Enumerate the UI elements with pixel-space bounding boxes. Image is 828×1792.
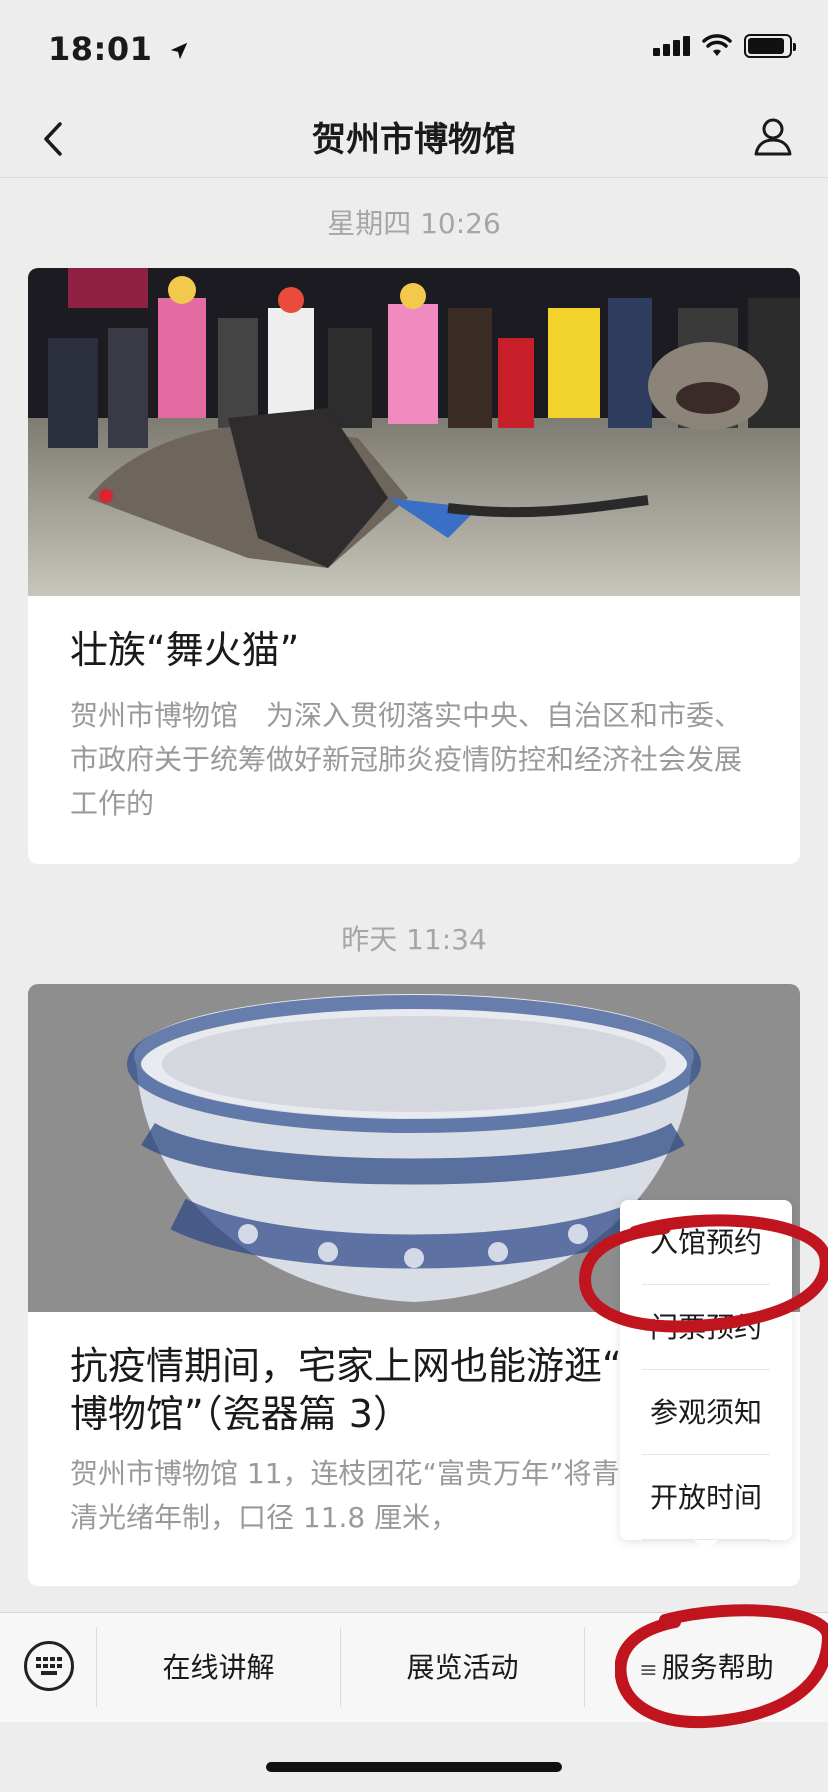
menu-exhibitions[interactable]: 展览活动 — [341, 1613, 584, 1723]
folk-performance-photo — [28, 268, 800, 596]
signal-icon — [653, 36, 690, 56]
page-title: 贺州市博物馆 — [312, 120, 516, 160]
wifi-icon — [702, 34, 732, 56]
home-indicator — [266, 1762, 562, 1772]
menu-item-visit-notice[interactable]: 参观须知 — [642, 1370, 770, 1455]
article-title: 壮族“舞火猫” — [70, 628, 300, 672]
keyboard-toggle-button[interactable] — [24, 1641, 74, 1691]
menu-item-entry-reservation[interactable]: 入馆预约 — [642, 1200, 770, 1285]
message-timestamp: 昨天 11:34 — [341, 923, 487, 956]
profile-button[interactable] — [748, 112, 798, 162]
person-icon — [754, 118, 792, 156]
keyboard-icon — [36, 1657, 62, 1675]
menu-item-ticket-reservation[interactable]: 门票预约 — [642, 1285, 770, 1370]
menu-item-opening-hours[interactable]: 开放时间 — [642, 1455, 770, 1540]
article-card[interactable]: 壮族“舞火猫” 贺州市博物馆 为深入贯彻落实中央、自治区和市委、市政府关于统筹做… — [28, 268, 800, 864]
article-summary: 贺州市博物馆 为深入贯彻落实中央、自治区和市委、市政府关于统筹做好新冠肺炎疫情防… — [70, 699, 743, 820]
menu-service-help-label: 服务帮助 — [661, 1651, 774, 1684]
menu-service-help[interactable]: ≡ 服务帮助 — [585, 1613, 828, 1723]
article-image — [28, 268, 800, 596]
menu-online-guide[interactable]: 在线讲解 — [97, 1613, 340, 1723]
nav-bar: 贺州市博物馆 — [0, 100, 828, 178]
popup-pointer — [694, 1540, 718, 1552]
battery-icon — [744, 34, 796, 58]
status-icons — [653, 34, 796, 58]
message-timestamp: 星期四 10:26 — [327, 207, 501, 240]
bottom-menu-bar: 在线讲解 展览活动 ≡ 服务帮助 — [0, 1612, 828, 1722]
location-arrow-icon — [170, 42, 188, 60]
status-bar: 18:01 — [0, 0, 828, 100]
service-help-submenu: 入馆预约 门票预约 参观须知 开放时间 — [620, 1200, 792, 1552]
status-time: 18:01 — [48, 30, 190, 68]
